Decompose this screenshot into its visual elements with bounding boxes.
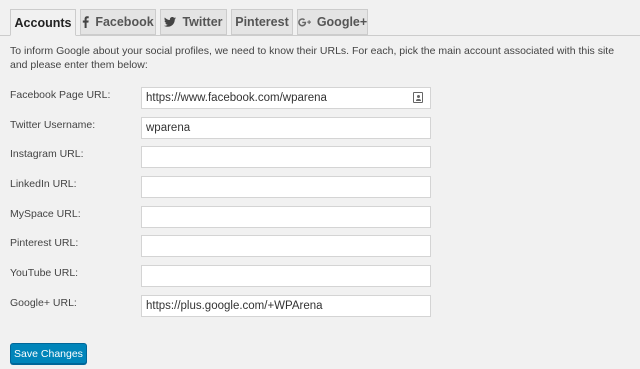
linkedin-url-row: LinkedIn URL: — [10, 176, 630, 198]
tab-label: Google+ — [316, 15, 368, 29]
youtube-url-row: YouTube URL: — [10, 265, 630, 287]
pinterest-url-label: Pinterest URL: — [10, 237, 79, 249]
tab-google-plus[interactable]: Google+ — [297, 9, 368, 35]
twitter-username-input[interactable] — [141, 117, 431, 139]
myspace-url-label: MySpace URL: — [10, 208, 81, 220]
intro-text: To inform Google about your social profi… — [10, 45, 615, 71]
facebook-url-label: Facebook Page URL: — [10, 89, 111, 101]
tab-divider — [0, 35, 640, 36]
pinterest-url-input[interactable] — [141, 235, 431, 257]
facebook-icon — [82, 16, 90, 28]
tab-twitter[interactable]: Twitter — [160, 9, 227, 35]
tab-facebook[interactable]: Facebook — [80, 9, 156, 35]
linkedin-url-input[interactable] — [141, 176, 431, 198]
save-changes-button[interactable]: Save Changes — [10, 343, 87, 364]
tab-label: Facebook — [95, 15, 154, 29]
tab-label: Twitter — [182, 15, 223, 29]
myspace-url-input[interactable] — [141, 206, 431, 228]
contact-card-icon[interactable] — [413, 92, 423, 103]
google-plus-icon — [298, 17, 311, 28]
myspace-url-row: MySpace URL: — [10, 206, 630, 228]
youtube-url-input[interactable] — [141, 265, 431, 287]
tab-label: Accounts — [14, 15, 72, 30]
pinterest-url-row: Pinterest URL: — [10, 235, 630, 257]
twitter-icon — [164, 17, 177, 27]
google-plus-url-input[interactable] — [141, 295, 431, 317]
youtube-url-label: YouTube URL: — [10, 267, 79, 279]
tab-bar: Accounts Facebook Twitter Pinterest Goog… — [10, 9, 368, 36]
tab-label: Pinterest — [235, 15, 289, 29]
instagram-url-label: Instagram URL: — [10, 148, 84, 160]
instagram-url-input[interactable] — [141, 146, 431, 168]
facebook-url-row: Facebook Page URL: — [10, 87, 630, 109]
linkedin-url-label: LinkedIn URL: — [10, 178, 77, 190]
google-plus-url-label: Google+ URL: — [10, 297, 77, 309]
instagram-url-row: Instagram URL: — [10, 146, 630, 168]
google-plus-url-row: Google+ URL: — [10, 295, 630, 317]
twitter-username-row: Twitter Username: — [10, 117, 630, 139]
tab-accounts[interactable]: Accounts — [10, 9, 76, 36]
twitter-username-label: Twitter Username: — [10, 119, 96, 131]
facebook-url-input[interactable] — [141, 87, 431, 109]
tab-pinterest[interactable]: Pinterest — [231, 9, 293, 35]
